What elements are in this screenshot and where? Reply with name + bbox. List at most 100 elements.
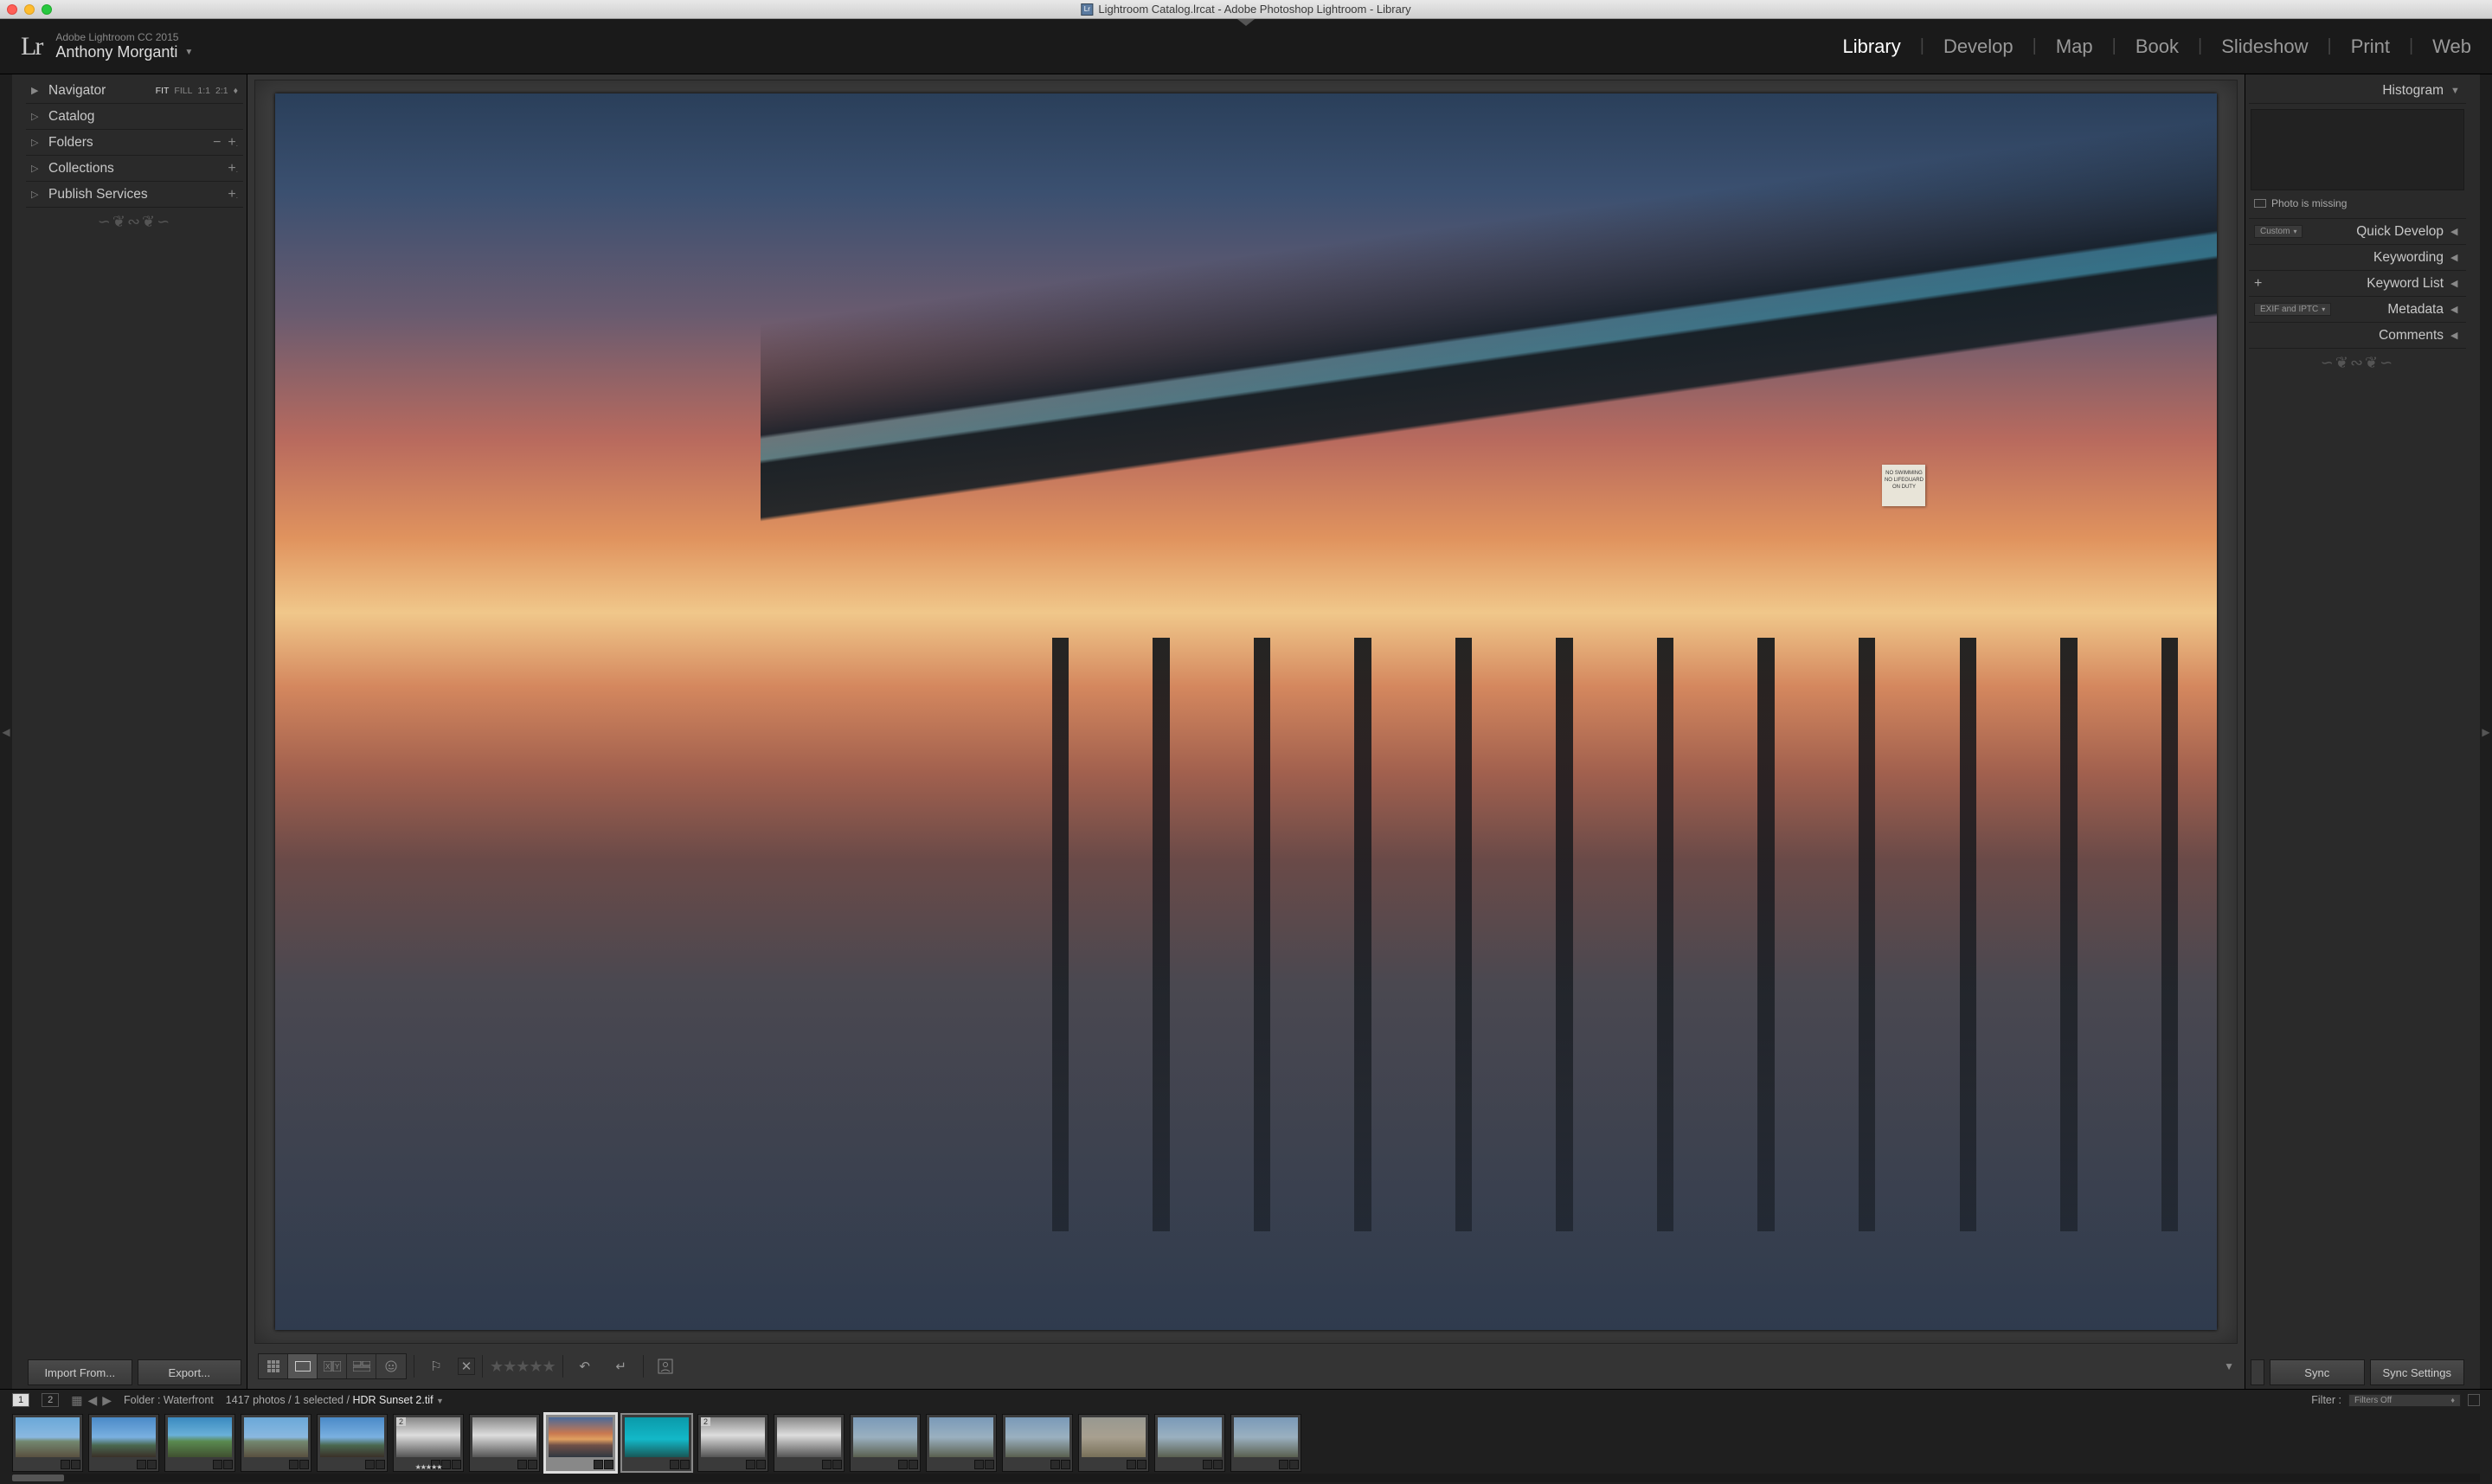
module-web[interactable]: Web (2432, 35, 2471, 58)
quickdevelop-preset-dropdown[interactable]: Custom▾ (2254, 225, 2303, 238)
filmstrip-source[interactable]: Folder : Waterfront (124, 1394, 214, 1406)
import-button[interactable]: Import From... (28, 1359, 132, 1385)
library-toolbar: XY ⚐ ✕ ★★★★★ ↶ ↵ ▼ (254, 1349, 2238, 1384)
export-button[interactable]: Export... (138, 1359, 242, 1385)
thumbnail[interactable] (1078, 1414, 1149, 1472)
filmstrip-thumbnails[interactable]: 2★★★★★ 2 (0, 1410, 2492, 1474)
thumbnail[interactable] (1230, 1414, 1301, 1472)
identity-menu-icon[interactable]: ▼ (184, 48, 193, 57)
missing-file-icon (2254, 199, 2266, 208)
metadata-panel-header[interactable]: EXIF and IPTC▾ Metadata ◀ (2249, 297, 2466, 323)
zoom-window-icon[interactable] (42, 4, 52, 15)
zoom-stepper-icon[interactable]: ♦ (234, 86, 238, 96)
right-panel-collapse-icon[interactable]: ▶ (2480, 74, 2492, 1389)
thumbnail[interactable] (1154, 1414, 1225, 1472)
flag-pick-icon[interactable]: ⚐ (421, 1354, 451, 1378)
module-map[interactable]: Map (2056, 35, 2093, 58)
close-window-icon[interactable] (7, 4, 17, 15)
sync-toggle-icon[interactable] (2251, 1359, 2264, 1385)
comments-label: Comments (2379, 328, 2444, 344)
thumbnail[interactable] (12, 1414, 83, 1472)
catalog-label: Catalog (48, 109, 94, 125)
folders-panel-header[interactable]: ▷ Folders − +. (26, 130, 243, 156)
catalog-panel-header[interactable]: ▷ Catalog (26, 104, 243, 130)
collections-label: Collections (48, 161, 114, 177)
comments-panel-header[interactable]: Comments ◀ (2249, 323, 2466, 349)
svg-text:Y: Y (335, 1363, 340, 1371)
module-book[interactable]: Book (2136, 35, 2179, 58)
loupe-view[interactable]: NO SWIMMING NO LIFEGUARD ON DUTY (254, 80, 2238, 1344)
window-title: Lr Lightroom Catalog.lrcat - Adobe Photo… (1081, 3, 1410, 16)
thumbnail[interactable] (469, 1414, 540, 1472)
remove-folder-icon[interactable]: − (213, 135, 221, 151)
filter-lock-icon[interactable] (2468, 1394, 2480, 1406)
add-folder-icon[interactable]: +. (228, 135, 238, 151)
minimize-window-icon[interactable] (24, 4, 35, 15)
navigator-zoom-modes[interactable]: FIT FILL 1:1 2:1 ♦ (156, 86, 238, 96)
module-print[interactable]: Print (2351, 35, 2390, 58)
navigator-panel-header[interactable]: ▶ Navigator FIT FILL 1:1 2:1 ♦ (26, 78, 243, 104)
filmstrip: 1 2 ▦ ◀ ▶ Folder : Waterfront 1417 photo… (0, 1389, 2492, 1484)
navigator-label: Navigator (48, 83, 106, 99)
survey-view-button[interactable] (347, 1354, 376, 1378)
toolbar-expand-icon[interactable]: ▼ (2224, 1360, 2234, 1372)
face-region-icon[interactable] (651, 1354, 680, 1378)
add-keyword-icon[interactable]: + (2254, 276, 2262, 292)
keywordlist-panel-header[interactable]: + Keyword List ◀ (2249, 271, 2466, 297)
thumbnail[interactable] (241, 1414, 312, 1472)
thumbnail[interactable] (317, 1414, 388, 1472)
grid-view-button[interactable] (259, 1354, 288, 1378)
sync-button[interactable]: Sync (2270, 1359, 2365, 1385)
module-slideshow[interactable]: Slideshow (2221, 35, 2308, 58)
go-forward-icon[interactable]: ▶ (102, 1393, 112, 1408)
publish-panel-header[interactable]: ▷ Publish Services +. (26, 182, 243, 208)
window-titlebar: Lr Lightroom Catalog.lrcat - Adobe Photo… (0, 0, 2492, 19)
grid-shortcut-icon[interactable]: ▦ (71, 1393, 82, 1408)
source-menu-icon[interactable]: ▼ (436, 1397, 444, 1405)
histogram-panel-header[interactable]: Histogram ▼ (2249, 78, 2466, 104)
thumbnail[interactable] (164, 1414, 235, 1472)
module-library[interactable]: Library (1842, 35, 1900, 58)
expand-icon: ▷ (31, 137, 42, 148)
thumbnail[interactable]: 2 (697, 1414, 768, 1472)
thumbnail[interactable] (774, 1414, 845, 1472)
panel-collapse-top-icon[interactable] (1237, 19, 1255, 26)
flag-reject-icon[interactable]: ✕ (458, 1358, 475, 1375)
go-back-icon[interactable]: ◀ (87, 1393, 97, 1408)
add-publish-icon[interactable]: +. (228, 187, 238, 202)
thumbnail[interactable] (621, 1414, 692, 1472)
metadata-preset-dropdown[interactable]: EXIF and IPTC▾ (2254, 303, 2331, 316)
compare-view-button[interactable]: XY (318, 1354, 347, 1378)
filmstrip-scrollbar[interactable] (12, 1474, 2480, 1482)
thumbnail[interactable] (850, 1414, 921, 1472)
sync-settings-button[interactable]: Sync Settings (2370, 1359, 2465, 1385)
panel-ornament-icon: ∽❦∾❦∽ (26, 208, 243, 236)
quickdevelop-label: Quick Develop (2356, 224, 2444, 240)
rating-stars[interactable]: ★★★★★ (490, 1358, 556, 1376)
publish-label: Publish Services (48, 187, 148, 202)
collections-panel-header[interactable]: ▷ Collections +. (26, 156, 243, 182)
keywording-panel-header[interactable]: Keywording ◀ (2249, 245, 2466, 271)
loupe-view-button[interactable] (288, 1354, 318, 1378)
left-panel-collapse-icon[interactable]: ◀ (0, 74, 12, 1389)
expand-icon: ◀ (2450, 330, 2461, 341)
people-view-button[interactable] (376, 1354, 406, 1378)
thumbnail[interactable] (926, 1414, 997, 1472)
quickdevelop-panel-header[interactable]: Custom▾ Quick Develop ◀ (2249, 219, 2466, 245)
center-view: NO SWIMMING NO LIFEGUARD ON DUTY XY ⚐ ✕ … (247, 74, 2245, 1389)
filter-dropdown[interactable]: Filters Off♦ (2348, 1394, 2461, 1407)
rotate-cw-icon[interactable]: ↵ (607, 1354, 636, 1378)
add-collection-icon[interactable]: +. (228, 161, 238, 177)
module-develop[interactable]: Develop (1943, 35, 2014, 58)
thumbnail[interactable] (1002, 1414, 1073, 1472)
thumbnail[interactable] (88, 1414, 159, 1472)
thumbnail-selected[interactable] (545, 1414, 616, 1472)
second-window-button[interactable]: 2 (42, 1393, 59, 1407)
identity-plate[interactable]: Lr Adobe Lightroom CC 2015 Anthony Morga… (21, 31, 193, 61)
thumbnail[interactable]: 2★★★★★ (393, 1414, 464, 1472)
main-window-button[interactable]: 1 (12, 1393, 29, 1407)
rotate-ccw-icon[interactable]: ↶ (570, 1354, 600, 1378)
left-panel-group: ▶ Navigator FIT FILL 1:1 2:1 ♦ ▷ Catalog… (12, 74, 247, 1389)
expand-icon: ▷ (31, 111, 42, 122)
window-controls (7, 4, 52, 15)
